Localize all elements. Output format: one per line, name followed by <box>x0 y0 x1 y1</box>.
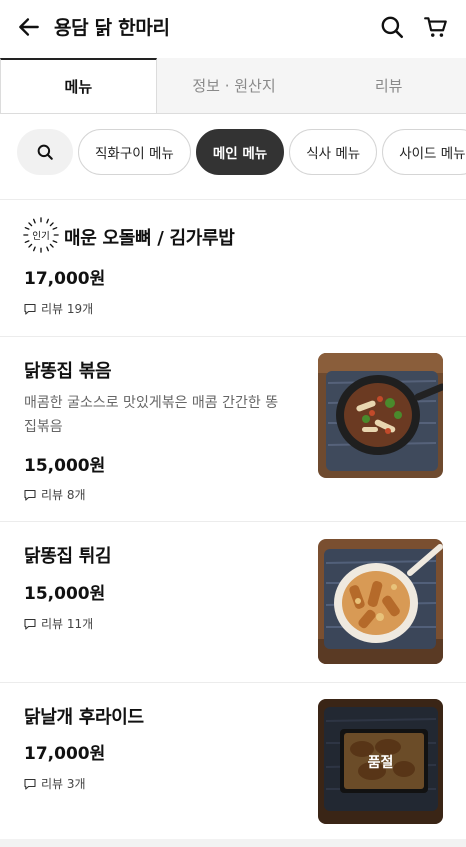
menu-item-review-count: 리뷰 3개 <box>24 775 86 792</box>
store-title: 용담 닭 한마리 <box>54 17 170 39</box>
comment-icon <box>24 489 36 501</box>
menu-item[interactable]: 인기 매운 오돌뼈 / 김가루밥 17,000원 리뷰 19개 <box>0 200 466 336</box>
review-count-label: 리뷰 19개 <box>41 302 94 316</box>
menu-item[interactable]: 닭날개 후라이드 17,000원 리뷰 3개 품절 <box>0 683 466 839</box>
comment-icon <box>24 303 36 315</box>
menu-item-name: 닭똥집 볶음 <box>24 361 112 382</box>
menu-item-review-count: 리뷰 19개 <box>24 300 93 317</box>
menu-item-price: 15,000원 <box>24 584 106 604</box>
chip-side-menu[interactable]: 사이드 메뉴 <box>382 129 466 175</box>
menu-item[interactable]: 닭똥집 튀김 15,000원 리뷰 11개 <box>0 522 466 682</box>
menu-item[interactable]: 닭똥집 볶음 매콤한 굴소스로 맛있게볶은 매콤 간간한 똥집볶음 15,000… <box>0 337 466 521</box>
app-header: 용담 닭 한마리 <box>0 0 466 56</box>
review-count-label: 리뷰 11개 <box>41 617 94 631</box>
tab-reviews[interactable]: 리뷰 <box>311 58 466 113</box>
comment-icon <box>24 778 36 790</box>
chip-meal-menu[interactable]: 식사 메뉴 <box>289 129 378 175</box>
arrow-left-icon[interactable] <box>16 14 42 40</box>
search-icon[interactable] <box>379 14 405 40</box>
cart-icon[interactable] <box>423 14 449 40</box>
search-icon <box>37 144 53 160</box>
menu-item-photo <box>318 539 443 664</box>
menu-item-price: 15,000원 <box>24 456 106 476</box>
menu-item-price: 17,000원 <box>24 269 106 289</box>
popular-badge: 인기 <box>23 217 59 253</box>
menu-item-price: 17,000원 <box>24 744 106 764</box>
tab-info-origin[interactable]: 정보 · 원산지 <box>156 58 312 113</box>
tab-menu[interactable]: 메뉴 <box>0 58 157 113</box>
menu-item-description: 매콤한 굴소스로 맛있게볶은 매콤 간간한 똥집볶음 <box>24 395 279 435</box>
review-count-label: 리뷰 3개 <box>41 777 86 791</box>
store-tabs: 메뉴 정보 · 원산지 리뷰 <box>0 58 466 114</box>
comment-icon <box>24 618 36 630</box>
svg-text:인기: 인기 <box>32 231 49 242</box>
menu-item-photo: 품절 <box>318 699 443 824</box>
chip-grill-menu[interactable]: 직화구이 메뉴 <box>78 129 191 175</box>
menu-item-review-count: 리뷰 8개 <box>24 486 86 503</box>
review-count-label: 리뷰 8개 <box>41 488 86 502</box>
menu-item-name: 닭똥집 튀김 <box>24 546 112 567</box>
chip-main-menu[interactable]: 메인 메뉴 <box>195 129 285 175</box>
bottom-divider <box>0 839 466 847</box>
category-chips: 직화구이 메뉴 메인 메뉴 식사 메뉴 사이드 메뉴 <box>17 129 466 177</box>
menu-item-review-count: 리뷰 11개 <box>24 615 93 632</box>
soldout-overlay: 품절 <box>318 699 443 824</box>
menu-item-photo <box>318 353 443 478</box>
menu-search-button[interactable] <box>17 129 73 175</box>
menu-item-name: 매운 오돌뼈 / 김가루밥 <box>64 228 235 249</box>
menu-item-name: 닭날개 후라이드 <box>24 707 144 728</box>
